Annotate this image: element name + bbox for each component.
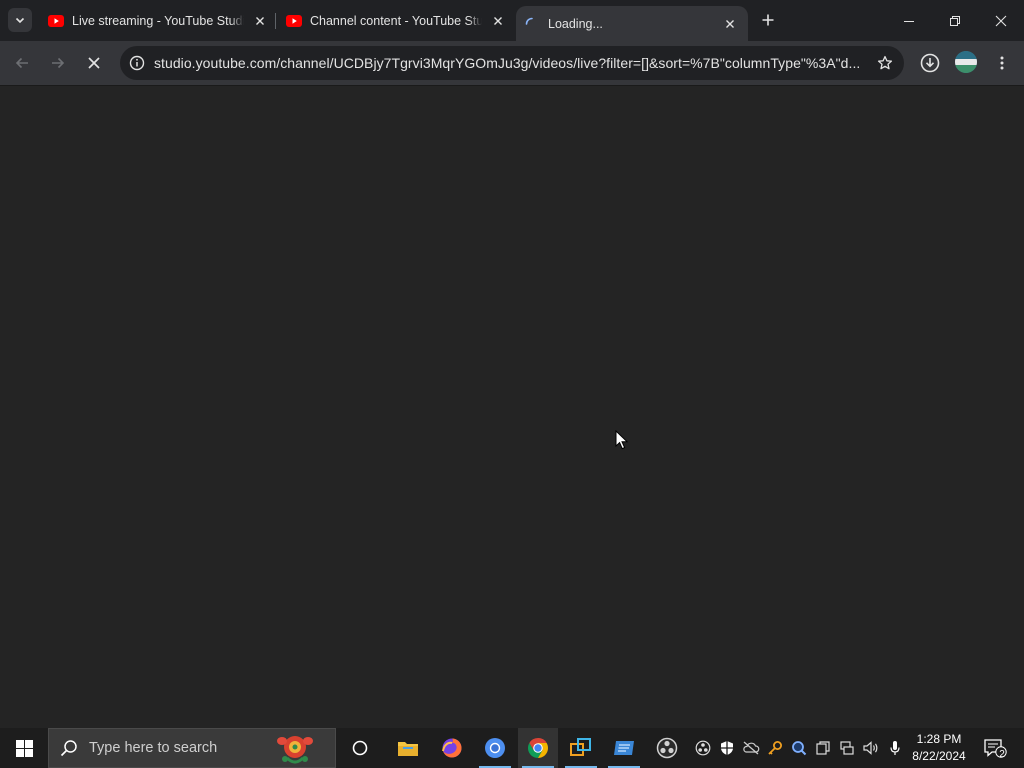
minimize-button[interactable] <box>886 0 932 41</box>
taskbar-app-remote-desktop[interactable] <box>561 728 601 768</box>
cortana-circle-icon <box>352 740 368 756</box>
tray-search-app-icon[interactable] <box>787 728 811 768</box>
search-icon <box>49 739 89 757</box>
taskbar-app-editor[interactable] <box>604 728 644 768</box>
chromium-icon <box>485 738 505 758</box>
forward-button[interactable] <box>44 49 72 77</box>
bookmark-star-icon[interactable] <box>868 46 902 80</box>
taskbar-search-box[interactable]: Type here to search <box>48 728 336 768</box>
tray-microphone-icon[interactable] <box>883 728 907 768</box>
close-icon <box>995 15 1007 26</box>
tray-windows-security-icon[interactable] <box>715 728 739 768</box>
tray-cloud-offline-icon[interactable] <box>739 728 763 768</box>
taskbar-app-firefox[interactable] <box>432 728 472 768</box>
action-center-button[interactable]: 2 <box>980 728 1010 768</box>
arrow-left-icon <box>15 57 28 69</box>
tab-loading-active[interactable]: Loading... <box>516 6 748 41</box>
loading-spinner-icon <box>524 16 540 32</box>
address-bar[interactable]: studio.youtube.com/channel/UCDBjy7Tgrvi3… <box>120 46 904 80</box>
taskbar-app-chromium[interactable] <box>475 728 515 768</box>
task-view-button[interactable] <box>340 728 380 768</box>
taskbar-clock[interactable]: 1:28 PM 8/22/2024 <box>906 731 972 765</box>
chrome-icon <box>528 738 548 758</box>
tab-title: Loading... <box>548 16 714 31</box>
tab-title: Live streaming - YouTube Studio <box>72 13 244 28</box>
tab-separator <box>275 13 276 29</box>
clock-date: 8/22/2024 <box>912 749 966 763</box>
windows-logo-icon <box>15 739 33 757</box>
search-placeholder: Type here to search <box>89 740 218 756</box>
restore-icon <box>950 15 960 26</box>
restore-button[interactable] <box>932 0 978 41</box>
obs-icon <box>656 737 678 759</box>
mouse-cursor-icon <box>615 430 629 450</box>
tray-volume-icon[interactable] <box>859 728 883 768</box>
taskbar-app-chrome[interactable] <box>518 728 558 768</box>
menu-button[interactable] <box>988 49 1016 77</box>
youtube-icon <box>286 13 302 29</box>
notification-badge: 2 <box>999 749 1005 760</box>
site-info-icon[interactable] <box>120 46 154 80</box>
minimize-icon <box>904 20 914 22</box>
downloads-button[interactable] <box>916 49 944 77</box>
back-button[interactable] <box>8 49 36 77</box>
taskbar-app-file-explorer[interactable] <box>388 728 428 768</box>
tray-window-icon[interactable] <box>811 728 835 768</box>
url-text: studio.youtube.com/channel/UCDBjy7Tgrvi3… <box>154 55 861 71</box>
more-vertical-icon <box>1000 56 1004 70</box>
search-highlight-doodle-icon <box>277 736 313 764</box>
chevron-down-icon <box>15 17 25 24</box>
close-icon[interactable] <box>490 13 506 29</box>
tray-obs-icon[interactable] <box>691 728 715 768</box>
tab-live-streaming[interactable]: Live streaming - YouTube Studio <box>48 0 268 41</box>
tab-strip: Live streaming - YouTube Studio Channel … <box>0 0 1024 41</box>
download-icon <box>920 53 940 73</box>
stop-loading-button[interactable] <box>80 49 108 77</box>
tray-key-icon[interactable] <box>763 728 787 768</box>
folder-icon <box>398 742 418 756</box>
new-tab-button[interactable] <box>756 8 780 32</box>
stop-icon <box>88 57 100 69</box>
profile-avatar[interactable] <box>955 51 977 73</box>
firefox-icon <box>442 738 462 758</box>
start-button[interactable] <box>0 728 48 768</box>
plus-icon <box>762 14 774 26</box>
page-content-blank <box>0 87 1024 728</box>
browser-toolbar: studio.youtube.com/channel/UCDBjy7Tgrvi3… <box>0 41 1024 86</box>
tray-network-icon[interactable] <box>835 728 859 768</box>
close-window-button[interactable] <box>978 0 1024 41</box>
clock-time: 1:28 PM <box>916 732 962 746</box>
windows-taskbar: Type here to search 1:28 PM 8/22/2024 2 <box>0 728 1024 768</box>
youtube-icon <box>48 13 64 29</box>
taskbar-app-obs[interactable] <box>647 728 687 768</box>
close-icon[interactable] <box>722 16 738 32</box>
close-icon[interactable] <box>252 13 268 29</box>
arrow-right-icon <box>52 57 65 69</box>
tab-search-button[interactable] <box>8 8 32 32</box>
remote-desktop-icon <box>570 738 591 756</box>
tab-title: Channel content - YouTube Studio <box>310 13 482 28</box>
tab-channel-content[interactable]: Channel content - YouTube Studio <box>286 0 506 41</box>
notes-app-icon <box>614 741 634 755</box>
